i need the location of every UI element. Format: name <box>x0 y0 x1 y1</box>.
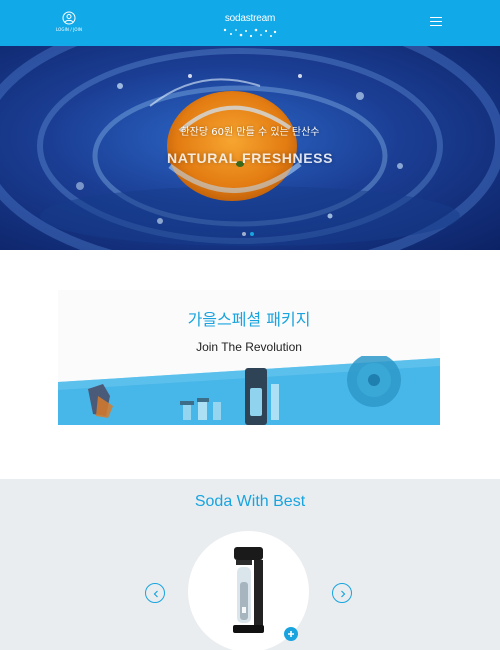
hero-subtitle: 한잔당 60원 만들 수 있는 탄산수 <box>180 127 320 138</box>
brand-logo[interactable]: sodastream <box>208 12 292 42</box>
slide-indicator[interactable] <box>240 231 260 237</box>
package-product-photo <box>58 356 440 425</box>
package-title: 가을스페셜 패키지 <box>187 310 311 329</box>
logo-text: sodastream <box>224 13 276 24</box>
add-product-button[interactable] <box>284 627 298 641</box>
menu-line <box>430 16 442 18</box>
chevron-left-icon <box>153 590 158 598</box>
soda-machine-image <box>233 547 264 633</box>
hero-banner[interactable]: 한잔당 60원 만들 수 있는 탄산수 NATURAL FRESHNESS <box>0 46 500 250</box>
water-splash-image <box>0 46 500 250</box>
chevron-right-icon <box>341 590 346 598</box>
login-button[interactable]: LOGIN / JOIN <box>48 11 90 41</box>
hero-title: NATURAL FRESHNESS <box>166 150 334 166</box>
user-icon <box>62 11 76 25</box>
soda-with-best-section: Soda With Best <box>0 479 500 650</box>
menu-line <box>430 20 442 22</box>
section-title: Soda With Best <box>194 493 306 510</box>
carousel-prev-button[interactable] <box>145 583 165 603</box>
hamburger-menu-icon[interactable] <box>428 14 444 28</box>
slide-dot <box>242 232 246 236</box>
logo-bubbles <box>223 28 277 38</box>
autumn-package-card[interactable]: 가을스페셜 패키지 Join The Revolution <box>58 290 440 425</box>
package-subtitle: Join The Revolution <box>196 340 302 354</box>
plus-icon <box>288 631 294 637</box>
login-label: LOGIN / JOIN <box>55 27 83 32</box>
slide-dot-active <box>250 232 254 236</box>
top-header: LOGIN / JOIN sodastream <box>0 0 500 46</box>
carousel-next-button[interactable] <box>332 583 352 603</box>
menu-line <box>430 24 442 26</box>
